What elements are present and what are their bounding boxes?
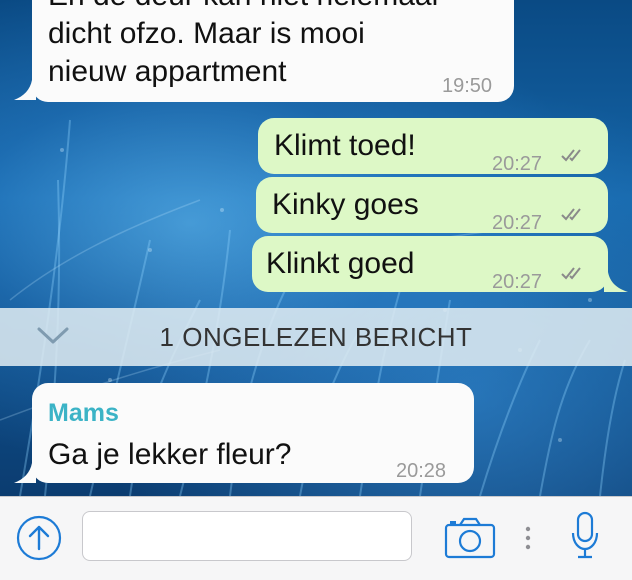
message-text: Ga je lekker fleur? bbox=[48, 438, 292, 471]
sender-name[interactable]: Mams bbox=[48, 395, 119, 431]
bubble-tail bbox=[14, 463, 36, 483]
read-receipt-icon bbox=[561, 267, 581, 280]
message-timestamp: 20:27 bbox=[492, 271, 543, 293]
message-input[interactable] bbox=[82, 511, 412, 561]
read-receipt-icon bbox=[561, 149, 581, 162]
message-text: Kinky goes bbox=[272, 188, 419, 221]
message-bubble-incoming[interactable]: En de deur kan niet helemaal dicht ofzo.… bbox=[32, 0, 514, 102]
camera-icon[interactable] bbox=[444, 517, 496, 559]
share-arrow-up-icon[interactable] bbox=[14, 513, 64, 563]
bubble-tail bbox=[14, 80, 36, 100]
message-bubble-outgoing[interactable]: Klinkt goed 20:27 bbox=[252, 236, 608, 293]
read-receipt-icon bbox=[561, 208, 581, 221]
message-timestamp: 19:50 bbox=[442, 75, 493, 97]
more-dots-icon[interactable] bbox=[524, 525, 532, 551]
message-text-line: nieuw appartment bbox=[48, 55, 287, 88]
message-input-bar bbox=[0, 496, 632, 580]
message-bubble-outgoing[interactable]: Kinky goes 20:27 bbox=[256, 177, 608, 234]
message-text: Klinkt goed bbox=[266, 247, 415, 280]
message-timestamp: 20:28 bbox=[396, 460, 447, 482]
message-text: Klimt toed! bbox=[274, 129, 416, 162]
message-text-line: En de deur kan niet helemaal bbox=[48, 0, 438, 14]
message-bubble-outgoing[interactable]: Klimt toed! 20:27 bbox=[258, 118, 608, 175]
microphone-icon[interactable] bbox=[570, 511, 600, 561]
unread-count-text: 1 ONGELEZEN BERICHT bbox=[159, 322, 473, 352]
message-text-line: dicht ofzo. Maar is mooi bbox=[48, 17, 365, 50]
bubble-tail bbox=[604, 272, 628, 292]
message-bubble-incoming[interactable]: Mams Ga je lekker fleur? 20:28 bbox=[32, 383, 474, 483]
unread-messages-divider[interactable]: 1 ONGELEZEN BERICHT bbox=[0, 308, 632, 366]
